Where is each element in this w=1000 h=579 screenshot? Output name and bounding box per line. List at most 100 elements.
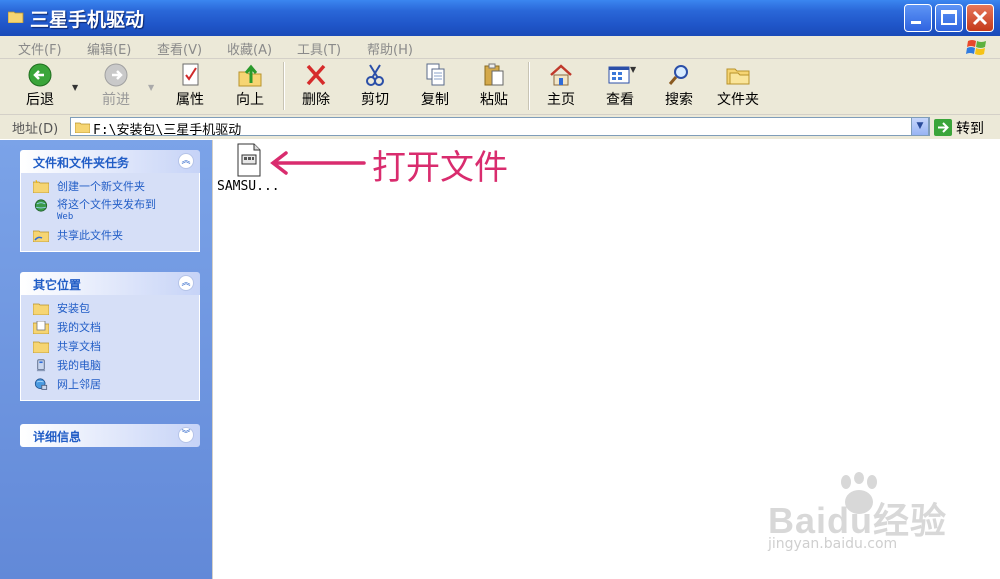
details-panel: 详细信息 ︾ (20, 424, 200, 447)
delete-button[interactable]: 删除 (296, 63, 336, 111)
task-publish-web[interactable]: 将这个文件夹发布到 Web (21, 196, 199, 226)
collapse-chevron-icon[interactable]: ︽ (178, 275, 194, 291)
other-places-header[interactable]: 其它位置 ︽ (20, 272, 200, 295)
properties-button[interactable]: 属性 (170, 63, 210, 111)
scissors-icon (366, 64, 384, 86)
menu-view[interactable]: 查看(V) (157, 39, 202, 58)
window-title: 三星手机驱动 (30, 9, 145, 31)
folder-icon (8, 11, 24, 23)
home-button[interactable]: 主页 (541, 63, 581, 111)
file-name: SAMSU... (217, 179, 280, 194)
maximize-button[interactable] (935, 4, 963, 32)
menu-favorites[interactable]: 收藏(A) (227, 39, 272, 58)
new-folder-icon (33, 180, 49, 193)
search-label: 搜索 (665, 92, 693, 108)
expand-chevron-icon[interactable]: ︾ (178, 427, 194, 443)
go-label: 转到 (956, 121, 984, 137)
toolbar-separator (283, 62, 285, 110)
menu-bar: 文件(F) 编辑(E) 查看(V) 收藏(A) 工具(T) 帮助(H) (0, 36, 1000, 59)
delete-x-icon (306, 64, 326, 86)
folders-icon (726, 68, 750, 85)
documents-icon (33, 321, 49, 334)
globe-icon (34, 199, 48, 212)
address-path: F:\安装包\三星手机驱动 (93, 123, 242, 138)
back-dropdown-icon[interactable]: ▼ (72, 83, 78, 92)
close-icon (972, 10, 988, 26)
copy-label: 复制 (421, 92, 449, 108)
home-icon (550, 64, 572, 86)
menu-tools[interactable]: 工具(T) (297, 39, 341, 58)
forward-button[interactable]: 前进 (94, 63, 138, 111)
file-tasks-title: 文件和文件夹任务 (33, 156, 130, 170)
views-label: 查看 (606, 92, 634, 108)
file-tasks-header[interactable]: 文件和文件夹任务 ︽ (20, 150, 200, 173)
toolbar-separator (528, 62, 530, 110)
place-shared-documents-label: 共享文档 (57, 340, 101, 353)
place-install-package[interactable]: 安装包 (21, 299, 199, 318)
setup-file-icon (237, 143, 261, 177)
toolbar: 后退 ▼ 前进 ▼ 属性 向上 删除 剪切 复制 粘贴 主页 查看 ▼ 搜索 文… (0, 59, 1000, 115)
paste-button[interactable]: 粘贴 (474, 63, 514, 111)
properties-icon (182, 63, 199, 86)
address-label: 地址(D) (12, 122, 59, 137)
folder-icon (33, 341, 49, 353)
menu-edit[interactable]: 编辑(E) (87, 39, 131, 58)
paste-clipboard-icon (484, 63, 504, 86)
forward-dropdown-icon[interactable]: ▼ (148, 83, 154, 92)
views-dropdown-icon[interactable]: ▼ (630, 65, 636, 74)
task-pane: 文件和文件夹任务 ︽ 创建一个新文件夹 将这个文件夹发布到 Web 共享此文件夹… (0, 140, 212, 579)
details-title: 详细信息 (33, 430, 82, 444)
address-dropdown-icon[interactable]: ▼ (911, 117, 929, 136)
details-header[interactable]: 详细信息 ︾ (20, 424, 200, 447)
other-places-panel: 其它位置 ︽ 安装包 我的文档 共享文档 我的电脑 网上邻居 (20, 272, 200, 401)
other-places-body: 安装包 我的文档 共享文档 我的电脑 网上邻居 (20, 295, 200, 401)
annotation-arrow-icon (270, 151, 366, 175)
computer-icon (36, 359, 46, 372)
title-bar[interactable]: 三星手机驱动 (0, 0, 1000, 36)
cut-button[interactable]: 剪切 (355, 63, 395, 111)
forward-arrow-icon (104, 63, 128, 87)
collapse-chevron-icon[interactable]: ︽ (178, 153, 194, 169)
task-share-folder-label: 共享此文件夹 (57, 229, 123, 242)
search-icon (668, 65, 688, 85)
place-network-label: 网上邻居 (57, 378, 101, 391)
cut-label: 剪切 (361, 92, 389, 108)
task-new-folder[interactable]: 创建一个新文件夹 (21, 177, 199, 196)
task-share-folder[interactable]: 共享此文件夹 (21, 226, 199, 245)
back-button[interactable]: 后退 (18, 63, 62, 111)
maximize-icon (941, 10, 957, 25)
folder-up-icon (238, 64, 262, 87)
file-tasks-panel: 文件和文件夹任务 ︽ 创建一个新文件夹 将这个文件夹发布到 Web 共享此文件夹 (20, 150, 200, 252)
address-bar: 地址(D) F:\安装包\三星手机驱动 ▼ 转到 (0, 115, 1000, 139)
minimize-button[interactable] (904, 4, 932, 32)
forward-label: 前进 (102, 92, 130, 108)
search-button[interactable]: 搜索 (659, 63, 699, 111)
place-my-computer-label: 我的电脑 (57, 359, 101, 372)
place-network[interactable]: 网上邻居 (21, 375, 199, 394)
copy-button[interactable]: 复制 (415, 63, 455, 111)
delete-label: 删除 (302, 92, 330, 108)
place-my-computer[interactable]: 我的电脑 (21, 356, 199, 375)
up-button[interactable]: 向上 (230, 63, 270, 111)
go-arrow-icon (934, 119, 952, 136)
menu-help[interactable]: 帮助(H) (367, 39, 413, 58)
other-places-title: 其它位置 (33, 278, 82, 292)
paste-label: 粘贴 (480, 92, 508, 108)
network-icon (34, 378, 48, 390)
folders-button[interactable]: 文件夹 (712, 63, 764, 111)
task-publish-web-label: 将这个文件夹发布到 (57, 198, 156, 211)
up-label: 向上 (236, 92, 264, 108)
menu-file[interactable]: 文件(F) (18, 39, 62, 58)
address-input[interactable]: F:\安装包\三星手机驱动 (70, 117, 930, 138)
file-tasks-body: 创建一个新文件夹 将这个文件夹发布到 Web 共享此文件夹 (20, 173, 200, 252)
place-install-package-label: 安装包 (57, 302, 90, 315)
place-shared-documents[interactable]: 共享文档 (21, 337, 199, 356)
task-publish-web-sub: Web (57, 212, 74, 222)
properties-label: 属性 (176, 92, 204, 108)
share-folder-icon (33, 230, 49, 242)
place-my-documents[interactable]: 我的文档 (21, 318, 199, 337)
windows-logo-icon (966, 40, 986, 55)
back-label: 后退 (26, 92, 54, 108)
folders-label: 文件夹 (717, 92, 759, 108)
close-button[interactable] (966, 4, 994, 32)
